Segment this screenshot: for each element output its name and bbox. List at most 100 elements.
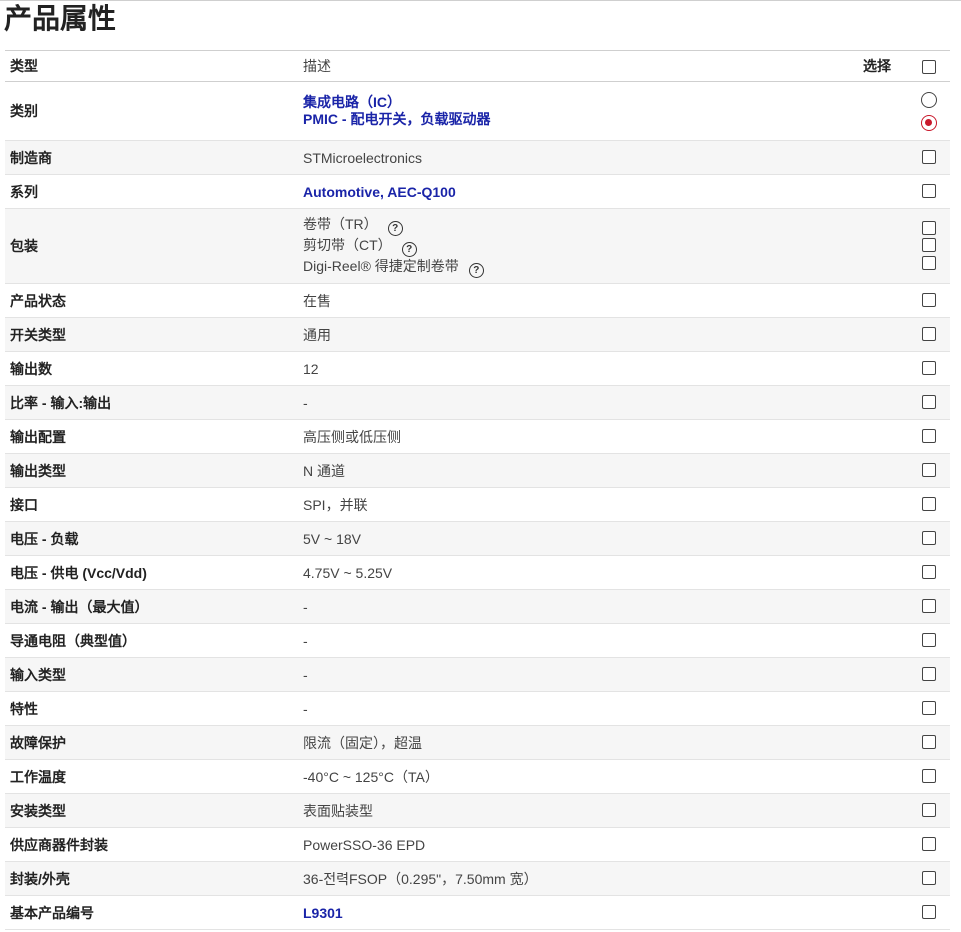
current-output-value: - [303, 598, 308, 615]
table-row-fault-protection: 故障保护 限流（固定），超温 [5, 726, 950, 760]
voltage-load-checkbox[interactable] [922, 531, 936, 545]
category-link-ic[interactable]: 集成电路（IC） [303, 94, 910, 111]
row-label: 电流 - 输出（最大值） [10, 598, 149, 615]
status-checkbox[interactable] [922, 293, 936, 307]
table-row-output-config: 输出配置 高压侧或低压侧 [5, 420, 950, 454]
table-row-series: 系列 Automotive, AEC-Q100 [5, 175, 950, 209]
series-link[interactable]: Automotive, AEC-Q100 [303, 184, 910, 200]
select-all-checkbox[interactable] [922, 60, 936, 74]
packaging-tr-checkbox[interactable] [922, 221, 936, 235]
row-label: 输出类型 [10, 462, 66, 479]
row-label: 输入类型 [10, 666, 66, 683]
row-label: 输出配置 [10, 428, 66, 445]
row-label: 封装/外壳 [10, 870, 70, 887]
table-row-package-case: 封装/外壳 36-전력FSOP（0.295"，7.50mm 宽） [5, 862, 950, 896]
fault-protection-checkbox[interactable] [922, 735, 936, 749]
help-icon[interactable]: ? [401, 241, 417, 257]
table-header: 类型 描述 选择 [5, 50, 950, 82]
switch-type-value: 通用 [303, 326, 331, 343]
mounting-type-checkbox[interactable] [922, 803, 936, 817]
series-checkbox[interactable] [922, 184, 936, 198]
current-output-checkbox[interactable] [922, 599, 936, 613]
packaging-ct-checkbox[interactable] [922, 238, 936, 252]
row-label: 系列 [10, 183, 38, 200]
ratio-checkbox[interactable] [922, 395, 936, 409]
top-divider [0, 0, 961, 1]
base-part-link[interactable]: L9301 [303, 905, 910, 921]
features-checkbox[interactable] [922, 701, 936, 715]
packaging-ct: 剪切带（CT） [303, 236, 392, 253]
output-config-checkbox[interactable] [922, 429, 936, 443]
input-type-checkbox[interactable] [922, 667, 936, 681]
ratio-value: - [303, 394, 308, 411]
voltage-supply-value: 4.75V ~ 5.25V [303, 564, 393, 581]
outputs-checkbox[interactable] [922, 361, 936, 375]
table-row-manufacturer: 制造商 STMicroelectronics [5, 141, 950, 175]
row-label: 输出数 [10, 360, 52, 377]
row-label: 类别 [10, 103, 38, 119]
table-row-category: 类别 集成电路（IC） PMIC - 配电开关，负载驱动器 [5, 82, 950, 141]
row-label: 导通电阻（典型值） [10, 632, 136, 649]
category-radio-ic[interactable] [921, 92, 937, 108]
table-row-interface: 接口 SPI，并联 [5, 488, 950, 522]
table-row-packaging: 包装 卷带（TR）? 剪切带（CT）? Digi-Reel® 得捷定制卷带? [5, 209, 950, 284]
table-row-ratio: 比率 - 输入:输出 - [5, 386, 950, 420]
table-row-features: 特性 - [5, 692, 950, 726]
table-row-output-type: 输出类型 N 通道 [5, 454, 950, 488]
manufacturer-checkbox[interactable] [922, 150, 936, 164]
output-config-value: 高压侧或低压侧 [303, 428, 401, 445]
operating-temp-checkbox[interactable] [922, 769, 936, 783]
table-row-mounting-type: 安装类型 表面贴装型 [5, 794, 950, 828]
voltage-supply-checkbox[interactable] [922, 565, 936, 579]
row-label: 工作温度 [10, 768, 66, 785]
row-label: 基本产品编号 [10, 904, 94, 921]
row-label: 制造商 [10, 149, 52, 166]
product-attributes-table: 类型 描述 选择 类别 集成电路（IC） PMIC - 配电开关，负载驱动器 制… [5, 50, 950, 930]
outputs-value: 12 [303, 360, 319, 377]
row-label: 供应商器件封装 [10, 836, 108, 853]
voltage-load-value: 5V ~ 18V [303, 530, 361, 547]
input-type-value: - [303, 666, 308, 683]
mounting-type-value: 表面贴装型 [303, 802, 373, 819]
row-label: 开关类型 [10, 326, 66, 343]
output-type-checkbox[interactable] [922, 463, 936, 477]
base-part-checkbox[interactable] [922, 905, 936, 919]
header-type: 类型 [10, 58, 38, 74]
packaging-digireel-checkbox[interactable] [922, 256, 936, 270]
table-row-operating-temp: 工作温度 -40°C ~ 125°C（TA） [5, 760, 950, 794]
page-title: 产品属性 [4, 2, 117, 35]
supplier-package-checkbox[interactable] [922, 837, 936, 851]
help-icon[interactable]: ? [387, 220, 403, 236]
rds-on-checkbox[interactable] [922, 633, 936, 647]
supplier-package-value: PowerSSO-36 EPD [303, 836, 426, 853]
category-radio-pmic[interactable] [921, 115, 937, 131]
row-label: 电压 - 负载 [10, 530, 79, 547]
interface-checkbox[interactable] [922, 497, 936, 511]
row-label: 包装 [10, 238, 38, 254]
package-case-value: 36-전력FSOP（0.295"，7.50mm 宽） [303, 870, 538, 887]
switch-type-checkbox[interactable] [922, 327, 936, 341]
packaging-digireel: Digi-Reel® 得捷定制卷带 [303, 257, 459, 274]
operating-temp-value: -40°C ~ 125°C（TA） [303, 768, 439, 785]
category-link-pmic[interactable]: PMIC - 配电开关，负载驱动器 [303, 111, 910, 128]
table-row-rds-on: 导通电阻（典型值） - [5, 624, 950, 658]
table-row-status: 产品状态 在售 [5, 284, 950, 318]
fault-protection-value: 限流（固定），超温 [303, 734, 422, 751]
features-value: - [303, 700, 308, 717]
rds-on-value: - [303, 632, 308, 649]
package-case-checkbox[interactable] [922, 871, 936, 885]
row-label: 特性 [10, 700, 38, 717]
interface-value: SPI，并联 [303, 496, 368, 513]
table-row-voltage-load: 电压 - 负载 5V ~ 18V [5, 522, 950, 556]
row-label: 比率 - 输入:输出 [10, 394, 112, 411]
table-row-base-part: 基本产品编号 L9301 [5, 896, 950, 930]
row-label: 电压 - 供电 (Vcc/Vdd) [10, 564, 147, 581]
row-label: 安装类型 [10, 802, 66, 819]
table-row-supplier-package: 供应商器件封装 PowerSSO-36 EPD [5, 828, 950, 862]
packaging-tr: 卷带（TR） [303, 215, 378, 232]
table-row-switch-type: 开关类型 通用 [5, 318, 950, 352]
table-row-current-output: 电流 - 输出（最大值） - [5, 590, 950, 624]
header-select: 选择 [863, 58, 891, 74]
status-value: 在售 [303, 292, 331, 309]
help-icon[interactable]: ? [468, 262, 484, 278]
